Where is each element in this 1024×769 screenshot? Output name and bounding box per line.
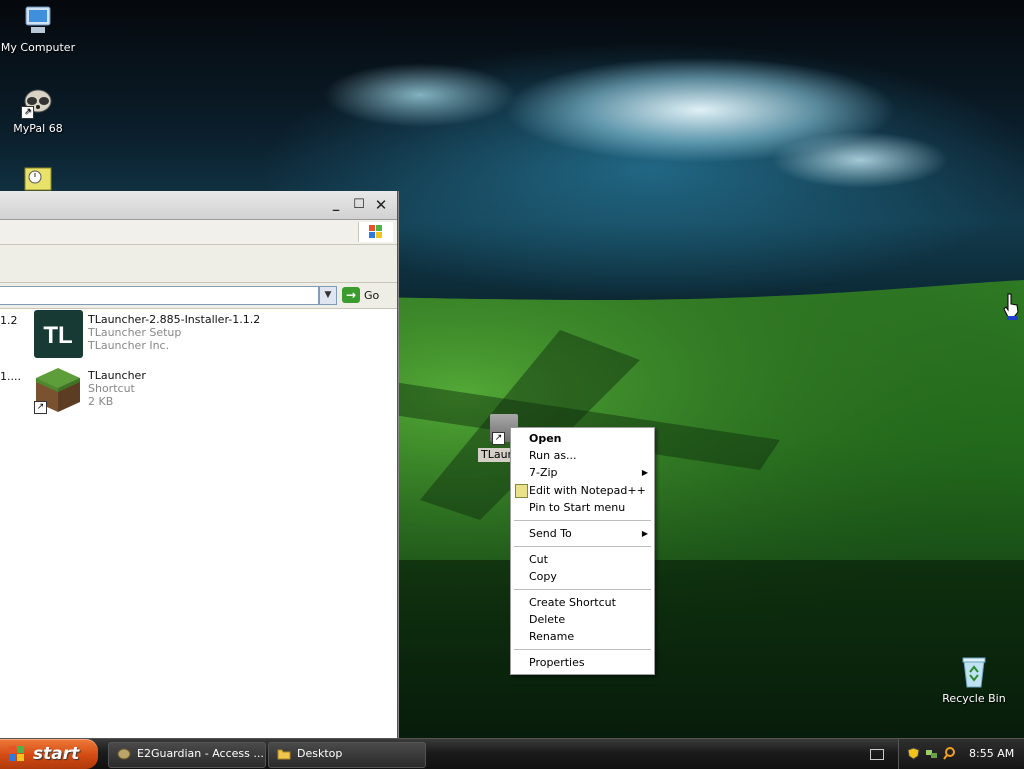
menu-separator — [514, 649, 651, 650]
start-label: start — [33, 744, 80, 764]
truncated-filename: 1.... — [0, 370, 21, 383]
menu-item-run-as[interactable]: Run as... — [511, 447, 654, 464]
window-titlebar[interactable]: _ ☐ ✕ — [0, 191, 397, 220]
search-icon[interactable] — [943, 747, 956, 760]
start-button[interactable]: start — [0, 739, 98, 769]
notepad-plus-plus-icon — [515, 484, 528, 498]
menu-item-pin-start[interactable]: Pin to Start menu — [511, 499, 654, 516]
address-dropdown-button[interactable]: ▼ — [319, 286, 337, 305]
minimize-button[interactable]: _ — [326, 196, 346, 215]
menu-item-7zip[interactable]: 7-Zip ▶ — [511, 464, 654, 481]
desktop-icon-my-computer[interactable]: My Computer — [0, 4, 78, 54]
network-icon[interactable] — [925, 747, 938, 760]
taskbar: start E2Guardian - Access ... Desktop 8:… — [0, 738, 1024, 769]
clock[interactable]: 8:55 AM — [969, 739, 1014, 769]
menu-separator — [514, 520, 651, 521]
taskbar-button-label: E2Guardian - Access ... — [137, 747, 264, 760]
menu-item-properties[interactable]: Properties — [511, 654, 654, 671]
menu-item-delete[interactable]: Delete — [511, 611, 654, 628]
taskbar-button-e2guardian[interactable]: E2Guardian - Access ... — [108, 742, 266, 768]
shortcut-arrow-icon: ↗ — [21, 106, 34, 119]
browser-icon — [117, 748, 131, 760]
windows-flag-icon — [358, 222, 393, 242]
mypal-raccoon-icon: ↗ — [21, 85, 55, 119]
shortcut-arrow-icon: ↗ — [492, 432, 505, 445]
address-bar: ▼ → Go — [0, 283, 397, 309]
list-item[interactable]: 1.2 TL TLauncher-2.885-Installer-1.1.2 T… — [0, 310, 397, 362]
address-input[interactable] — [0, 286, 319, 305]
menu-item-copy[interactable]: Copy — [511, 568, 654, 585]
hand-cursor-icon — [1002, 292, 1020, 320]
tl-logo-text: TL — [43, 322, 72, 349]
submenu-arrow-icon: ▶ — [641, 468, 648, 477]
recycle-bin-icon — [957, 655, 991, 689]
desktop-icon-label: Recycle Bin — [942, 692, 1006, 705]
file-name: TLauncher-2.885-Installer-1.1.2 — [88, 313, 261, 326]
windows-flag-icon — [9, 746, 24, 761]
keyboard-icon[interactable] — [870, 749, 884, 760]
go-arrow-icon: → — [342, 287, 360, 303]
menu-item-edit-notepad[interactable]: Edit with Notepad++ — [511, 482, 654, 499]
file-type: Shortcut — [88, 382, 135, 395]
minecraft-grass-block-icon: ↗ — [34, 366, 83, 414]
menu-bar — [0, 220, 397, 245]
maximize-button[interactable]: ☐ — [349, 196, 369, 215]
desktop-icon-recycle-bin[interactable]: Recycle Bin — [934, 655, 1014, 705]
context-menu: Open Run as... 7-Zip ▶ Edit with Notepad+… — [510, 427, 655, 675]
folder-icon — [277, 749, 291, 760]
desktop-icon-label: My Computer — [0, 41, 76, 54]
shortcut-arrow-icon: ↗ — [34, 401, 47, 414]
system-tray: 8:55 AM — [898, 739, 1024, 769]
explorer-window[interactable]: _ ☐ ✕ ▼ → Go 1.2 TL TLauncher-2.885-Inst… — [0, 191, 397, 738]
toolbar — [0, 245, 397, 283]
file-company: TLauncher Inc. — [88, 339, 170, 352]
menu-item-open[interactable]: Open — [511, 430, 654, 447]
my-computer-icon — [21, 4, 55, 38]
taskbar-button-desktop[interactable]: Desktop — [268, 742, 426, 768]
list-item[interactable]: 1.... ↗ TLauncher Shortcut 2 KB — [0, 366, 397, 418]
go-button[interactable]: → Go — [342, 285, 379, 305]
menu-item-send-to[interactable]: Send To ▶ — [511, 525, 654, 542]
go-label: Go — [364, 288, 380, 302]
close-button[interactable]: ✕ — [371, 196, 391, 215]
menu-item-create-shortcut[interactable]: Create Shortcut — [511, 594, 654, 611]
menu-separator — [514, 546, 651, 547]
menu-item-rename[interactable]: Rename — [511, 628, 654, 645]
tlauncher-logo-icon: TL — [34, 310, 83, 358]
truncated-filename: 1.2 — [0, 314, 18, 327]
taskbar-button-label: Desktop — [297, 747, 343, 760]
desktop-icon-mypal[interactable]: ↗ MyPal 68 — [0, 85, 78, 135]
file-name: TLauncher — [88, 369, 146, 382]
security-shield-icon[interactable] — [907, 747, 920, 760]
menu-separator — [514, 589, 651, 590]
submenu-arrow-icon: ▶ — [641, 529, 648, 538]
menu-item-cut[interactable]: Cut — [511, 551, 654, 568]
file-size: 2 KB — [88, 395, 114, 408]
file-description: TLauncher Setup — [88, 326, 182, 339]
desktop-icon-label: MyPal 68 — [13, 122, 63, 135]
